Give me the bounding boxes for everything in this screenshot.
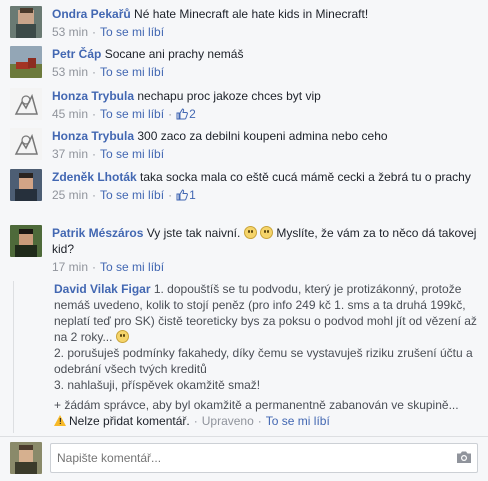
like-link[interactable]: To se mi líbí <box>100 25 164 39</box>
camera-icon[interactable] <box>456 450 472 464</box>
edited-label[interactable]: Upraveno <box>202 414 254 428</box>
warning-text: Nelze přidat komentář. <box>69 414 190 428</box>
like-link[interactable]: To se mi líbí <box>100 107 164 121</box>
comment-time[interactable]: 53 min <box>52 65 88 79</box>
avatar[interactable] <box>10 46 42 78</box>
comment-item: Zdeněk Lhoták taka socka mala co eště cu… <box>0 167 488 219</box>
reply-body: David Vilak Figar 1. dopouštíš se tu pod… <box>54 281 478 393</box>
thumbs-up-icon <box>176 108 188 120</box>
emoji-icon <box>115 330 129 343</box>
comment-author[interactable]: Patrik Mészáros <box>52 226 143 240</box>
comment-meta: 17 min · To se mi líbí <box>52 260 165 274</box>
reply-line-2: 2. porušuješ podmínky fakahedy, díky čem… <box>54 346 473 376</box>
comment-text: taka socka mala co eště cucá mámě cecki … <box>140 170 471 184</box>
comment-item: Honza Trybula nechapu proc jakoze chces … <box>0 86 488 122</box>
comment-item: Honza Trybula 300 zaco za debilni koupen… <box>0 126 488 162</box>
emoji-icon <box>260 226 274 239</box>
avatar[interactable] <box>10 128 42 160</box>
comment-item: Ondra Pekařů Né hate Minecraft ale hate … <box>0 4 488 40</box>
emoji-icon <box>243 226 257 239</box>
avatar[interactable] <box>10 169 42 201</box>
reply-block: David Vilak Figar 1. dopouštíš se tu pod… <box>13 281 478 433</box>
like-link[interactable]: To se mi líbí <box>266 414 330 428</box>
comment-meta: 53 min · To se mi líbí <box>52 25 165 39</box>
like-count[interactable]: 1 <box>176 188 196 202</box>
comment-input[interactable] <box>50 443 478 473</box>
comment-body: Honza Trybula 300 zaco za debilni koupen… <box>52 128 478 162</box>
comment-body: Petr Čáp Socane ani prachy nemáš 53 min ·… <box>52 46 478 80</box>
comment-body: Honza Trybula nechapu proc jakoze chces … <box>52 88 478 122</box>
comment-author[interactable]: Zdeněk Lhoták <box>52 170 137 184</box>
like-count-value: 1 <box>189 188 196 202</box>
comment-meta: 37 min · To se mi líbí <box>52 147 165 161</box>
reply-author[interactable]: David Vilak Figar <box>54 282 151 296</box>
comment-body: Zdeněk Lhoták taka socka mala co eště cu… <box>52 169 478 203</box>
like-link[interactable]: To se mi líbí <box>100 260 164 274</box>
thumbs-up-icon <box>176 189 188 201</box>
like-link[interactable]: To se mi líbí <box>100 65 164 79</box>
comment-meta: 53 min · To se mi líbí <box>52 65 165 79</box>
comment-body: Patrik Mészáros Vy jste tak naivní. Mysl… <box>52 225 478 275</box>
warning-icon: ! <box>54 415 66 426</box>
avatar[interactable] <box>10 88 42 120</box>
reply-note: + žádám správce, aby byl okamžitě a perm… <box>54 398 459 412</box>
comment-author[interactable]: Honza Trybula <box>52 89 134 103</box>
comment-body: Ondra Pekařů Né hate Minecraft ale hate … <box>52 6 478 40</box>
reply-line-3: 3. nahlašuji, příspěvek okamžitě smaž! <box>54 378 261 392</box>
comment-meta: 45 min · To se mi líbí · 2 <box>52 107 196 121</box>
comment-time[interactable]: 17 min <box>52 260 88 274</box>
avatar[interactable] <box>10 225 42 257</box>
comment-time[interactable]: 37 min <box>52 147 88 161</box>
like-link[interactable]: To se mi líbí <box>100 147 164 161</box>
comment-time[interactable]: 25 min <box>52 188 88 202</box>
comment-time[interactable]: 45 min <box>52 107 88 121</box>
comment-time[interactable]: 53 min <box>52 25 88 39</box>
avatar[interactable] <box>10 6 42 38</box>
like-count[interactable]: 2 <box>176 107 196 121</box>
comment-author[interactable]: Honza Trybula <box>52 129 134 143</box>
comment-item: Petr Čáp Socane ani prachy nemáš 53 min ·… <box>0 43 488 79</box>
avatar <box>10 442 42 474</box>
comment-author[interactable]: Petr Čáp <box>52 47 101 61</box>
comment-meta: 25 min · To se mi líbí · 1 <box>52 188 196 202</box>
comment-text: Vy jste tak naivní. <box>146 226 241 240</box>
comment-composer <box>0 436 488 481</box>
comment-author[interactable]: Ondra Pekařů <box>52 7 131 21</box>
comment-text: nechapu proc jakoze chces byt vip <box>137 89 321 103</box>
comment-text: 300 zaco za debilni koupeni admina nebo … <box>137 129 388 143</box>
like-count-value: 2 <box>189 107 196 121</box>
comment-text: Socane ani prachy nemáš <box>104 47 244 61</box>
reply-meta: ! Nelze přidat komentář. · Upraveno · To se m… <box>54 413 330 429</box>
comment-item: Patrik Mészáros Vy jste tak naivní. Mysl… <box>0 222 488 274</box>
comment-text: Né hate Minecraft ale hate kids in Minec… <box>134 7 369 21</box>
like-link[interactable]: To se mi líbí <box>100 188 164 202</box>
